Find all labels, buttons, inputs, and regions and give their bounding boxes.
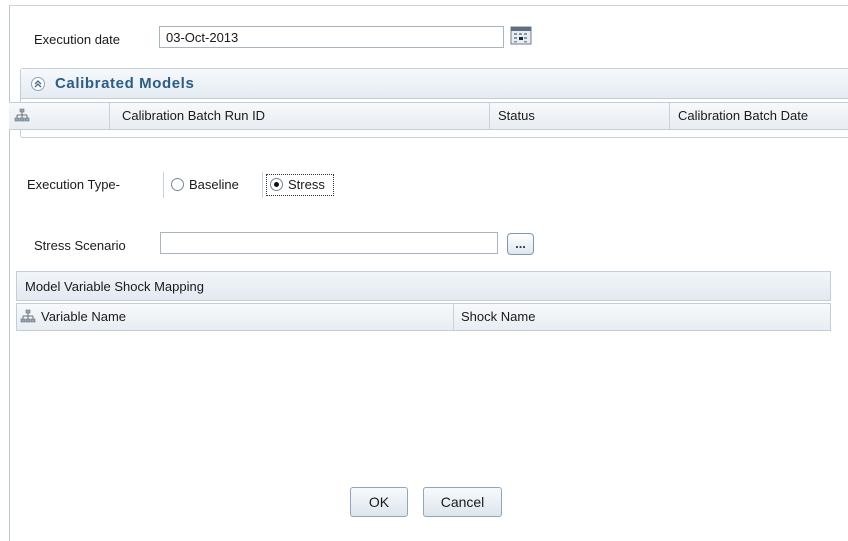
column-header-status[interactable]: Status — [490, 103, 670, 129]
stress-radio-button[interactable] — [270, 178, 283, 191]
stress-scenario-label: Stress Scenario — [34, 238, 126, 253]
column-header-calibration-batch-date[interactable]: Calibration Batch Date — [670, 103, 848, 129]
baseline-radio-label: Baseline — [189, 177, 239, 192]
execution-type-label: Execution Type- — [27, 177, 120, 192]
grid-spacer-column — [37, 103, 110, 129]
calibrated-models-grid-header: Calibration Batch Run ID Status Calibrat… — [9, 102, 848, 130]
ok-button[interactable]: OK — [350, 487, 408, 517]
radio-stress[interactable]: Stress — [264, 172, 344, 198]
collapse-icon[interactable] — [31, 77, 45, 91]
cancel-button[interactable]: Cancel — [423, 487, 502, 517]
stress-scenario-input[interactable] — [160, 232, 498, 254]
model-variable-shock-mapping-title: Model Variable Shock Mapping — [25, 279, 204, 294]
column-header-calibration-batch-run-id[interactable]: Calibration Batch Run ID — [110, 103, 490, 129]
model-variable-shock-mapping-header: Model Variable Shock Mapping — [16, 271, 831, 301]
tree-icon[interactable] — [20, 309, 36, 325]
radio-separator — [262, 172, 263, 198]
radio-selected-dot — [274, 182, 279, 187]
shock-mapping-grid-header: Variable Name Shock Name — [16, 303, 831, 331]
baseline-radio-button[interactable] — [171, 178, 184, 191]
column-header-shock-name[interactable]: Shock Name — [454, 304, 830, 330]
calendar-icon[interactable] — [510, 26, 532, 45]
radio-separator — [163, 172, 164, 198]
stress-radio-label: Stress — [288, 177, 325, 192]
stress-scenario-browse-button[interactable]: ... — [507, 233, 534, 255]
tree-icon[interactable] — [14, 108, 30, 124]
execution-date-input[interactable] — [159, 26, 504, 48]
execution-date-label: Execution date — [34, 32, 121, 47]
calibrated-models-header[interactable]: Calibrated Models — [21, 69, 848, 99]
column-header-variable-name[interactable]: Variable Name — [37, 304, 454, 330]
radio-baseline[interactable]: Baseline — [163, 172, 263, 198]
calibrated-models-title: Calibrated Models — [55, 75, 195, 92]
